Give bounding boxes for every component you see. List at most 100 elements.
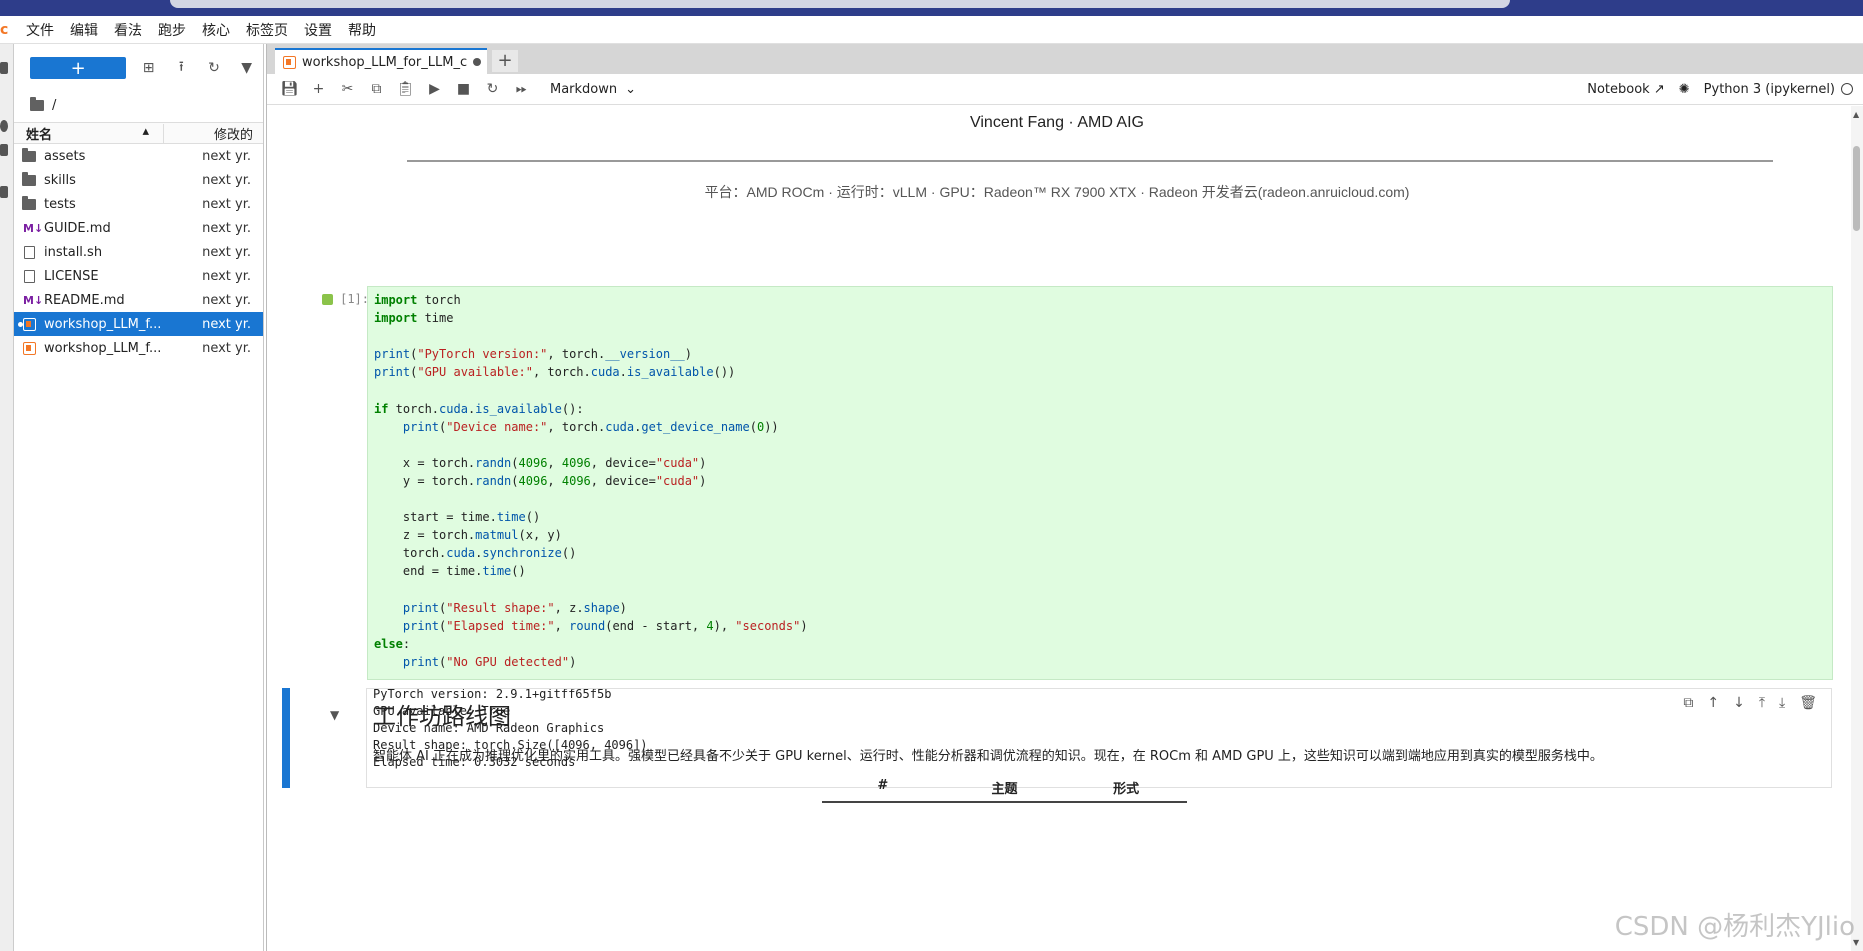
- file-row[interactable]: M↓ GUIDE.md next yr.: [14, 216, 263, 240]
- file-name: workshop_LLM_f...: [44, 340, 162, 356]
- insert-cell-icon[interactable]: +: [304, 81, 333, 97]
- file-row[interactable]: workshop_LLM_f... next yr.: [14, 312, 263, 336]
- delete-cell-icon[interactable]: 🗑︎: [1799, 695, 1817, 711]
- file-type-icon: [14, 171, 44, 186]
- menu-file[interactable]: 文件: [18, 20, 62, 40]
- file-name: README.md: [44, 292, 125, 308]
- cell-prompt: [1]:: [307, 292, 369, 306]
- filter-icon[interactable]: ▼: [230, 60, 263, 76]
- code-cell[interactable]: import torch import time print("PyTorch …: [367, 286, 1833, 680]
- menu-settings[interactable]: 设置: [296, 20, 340, 40]
- markdown-icon: M↓: [23, 221, 44, 235]
- file-modified: next yr.: [202, 292, 251, 308]
- file-name: install.sh: [44, 244, 103, 260]
- paste-icon[interactable]: 📋︎: [391, 81, 420, 97]
- new-launcher-button[interactable]: +: [30, 57, 127, 79]
- file-modified: next yr.: [202, 196, 251, 212]
- file-icon: [23, 245, 35, 259]
- move-down-icon[interactable]: ↓: [1733, 695, 1745, 711]
- breadcrumb-path[interactable]: /: [52, 98, 56, 113]
- sort-up-icon: ▴: [142, 123, 149, 139]
- new-tab-button[interactable]: +: [492, 50, 518, 72]
- md-table-header: # 主题 形式: [822, 778, 1187, 803]
- md-paragraph: 智能体 AI 正在成为推理优化里的实用工具。强模型已经具备不少关于 GPU ke…: [373, 749, 1603, 764]
- markdown-content[interactable]: 工作坊路线图 智能体 AI 正在成为推理优化里的实用工具。强模型已经具备不少关于…: [366, 688, 1832, 788]
- copy-icon[interactable]: ⧉: [362, 81, 391, 97]
- file-type-icon: [14, 341, 44, 355]
- menu-help[interactable]: 帮助: [340, 20, 384, 40]
- folder-tab-icon[interactable]: [0, 62, 8, 74]
- scrollbar-thumb[interactable]: [1853, 146, 1860, 231]
- menu-edit[interactable]: 编辑: [62, 20, 106, 40]
- new-folder-icon[interactable]: ⊞: [132, 60, 165, 76]
- file-list: assets next yr. skills next yr. tests next yr…: [14, 144, 263, 360]
- toc-tab-icon[interactable]: [0, 144, 8, 156]
- file-browser: + ⊞ ⭱ ↻ ▼ / 姓名 ▴ 修改的 assets next yr. skills…: [14, 44, 264, 951]
- file-row[interactable]: assets next yr.: [14, 144, 263, 168]
- file-modified: next yr.: [202, 220, 251, 236]
- menu-view[interactable]: 看法: [106, 20, 150, 40]
- cut-icon[interactable]: ✂: [333, 81, 362, 97]
- unsaved-dot-icon[interactable]: [473, 58, 481, 66]
- menubar: ⅽ 文件 编辑 看法 跑步 核心 标签页 设置 帮助: [0, 16, 1863, 44]
- menu-run[interactable]: 跑步: [150, 20, 194, 40]
- file-type-icon: [14, 245, 44, 259]
- platform-line: 平台：AMD ROCm · 运行时：vLLM · GPU：Radeon™ RX …: [704, 184, 1410, 200]
- refresh-icon[interactable]: ↻: [198, 60, 231, 76]
- upload-icon[interactable]: ⭱: [165, 56, 198, 80]
- save-icon[interactable]: 💾︎: [275, 81, 304, 97]
- running-tab-icon[interactable]: [0, 120, 8, 132]
- folder-icon: [22, 171, 36, 186]
- file-row[interactable]: tests next yr.: [14, 192, 263, 216]
- file-browser-toolbar: + ⊞ ⭱ ↻ ▼: [14, 44, 263, 92]
- table-header-cell: 形式: [1113, 782, 1140, 797]
- tab-bar: workshop_LLM_for_LLM_cn.i +: [267, 44, 1863, 74]
- restart-icon[interactable]: ↻: [478, 81, 507, 97]
- file-row[interactable]: skills next yr.: [14, 168, 263, 192]
- kernel-status[interactable]: Python 3 (ipykernel): [1704, 82, 1853, 97]
- file-row[interactable]: workshop_LLM_f... next yr.: [14, 336, 263, 360]
- file-name: skills: [44, 172, 76, 188]
- move-up-icon[interactable]: ↑: [1707, 695, 1719, 711]
- run-icon[interactable]: ▶: [420, 81, 449, 97]
- column-header-modified[interactable]: 修改的: [164, 124, 263, 143]
- notebook-panel: Vincent Fang · AMD AIG 平台：AMD ROCm · 运行时…: [267, 106, 1847, 951]
- fast-forward-icon[interactable]: ⏩︎: [507, 81, 536, 97]
- insert-above-icon[interactable]: ⤒: [1759, 695, 1765, 711]
- tab-notebook[interactable]: workshop_LLM_for_LLM_cn.i: [275, 48, 487, 74]
- notebook-icon: [22, 317, 36, 331]
- column-header-name[interactable]: 姓名 ▴: [14, 123, 164, 143]
- menu-kernel[interactable]: 核心: [194, 20, 238, 40]
- folder-icon[interactable]: [30, 96, 44, 111]
- table-header-cell: #: [877, 778, 889, 793]
- left-activity-rail: [0, 44, 14, 951]
- insert-below-icon[interactable]: ⤓: [1779, 695, 1785, 711]
- breadcrumb: /: [14, 92, 263, 118]
- duplicate-cell-icon[interactable]: ⧉: [1683, 695, 1693, 711]
- file-type-icon: M↓: [14, 294, 44, 307]
- open-notebook-link[interactable]: Notebook ↗: [1587, 82, 1665, 97]
- file-row[interactable]: M↓ README.md next yr.: [14, 288, 263, 312]
- file-modified: next yr.: [202, 148, 251, 164]
- stop-icon[interactable]: ■: [449, 81, 478, 97]
- file-modified: next yr.: [202, 316, 251, 332]
- md-heading: 工作坊路线图: [373, 704, 511, 730]
- collapse-heading-icon[interactable]: ▼: [330, 708, 339, 722]
- markdown-cell-active[interactable]: ▼ 工作坊路线图 智能体 AI 正在成为推理优化里的实用工具。强模型已经具备不少…: [282, 688, 1832, 803]
- cell-type-select[interactable]: Markdown ⌄: [550, 82, 636, 97]
- file-row[interactable]: LICENSE next yr.: [14, 264, 263, 288]
- file-name: tests: [44, 196, 76, 212]
- toolbar-right: Notebook ↗ ✺ Python 3 (ipykernel): [1587, 82, 1863, 97]
- menu-tabs[interactable]: 标签页: [238, 20, 296, 40]
- scroll-up-icon[interactable]: ▲: [1853, 110, 1859, 119]
- notebook-icon: [22, 341, 36, 355]
- file-modified: next yr.: [202, 244, 251, 260]
- address-bar[interactable]: [170, 0, 1510, 8]
- file-row[interactable]: install.sh next yr.: [14, 240, 263, 264]
- code-editor[interactable]: import torch import time print("PyTorch …: [368, 287, 1832, 675]
- table-header-cell: 主题: [991, 782, 1018, 797]
- extension-tab-icon[interactable]: [0, 186, 8, 198]
- file-type-icon: [14, 147, 44, 162]
- notebook-scrollbar[interactable]: ▲ ▼: [1851, 106, 1863, 951]
- debugger-bug-icon[interactable]: ✺: [1679, 82, 1690, 97]
